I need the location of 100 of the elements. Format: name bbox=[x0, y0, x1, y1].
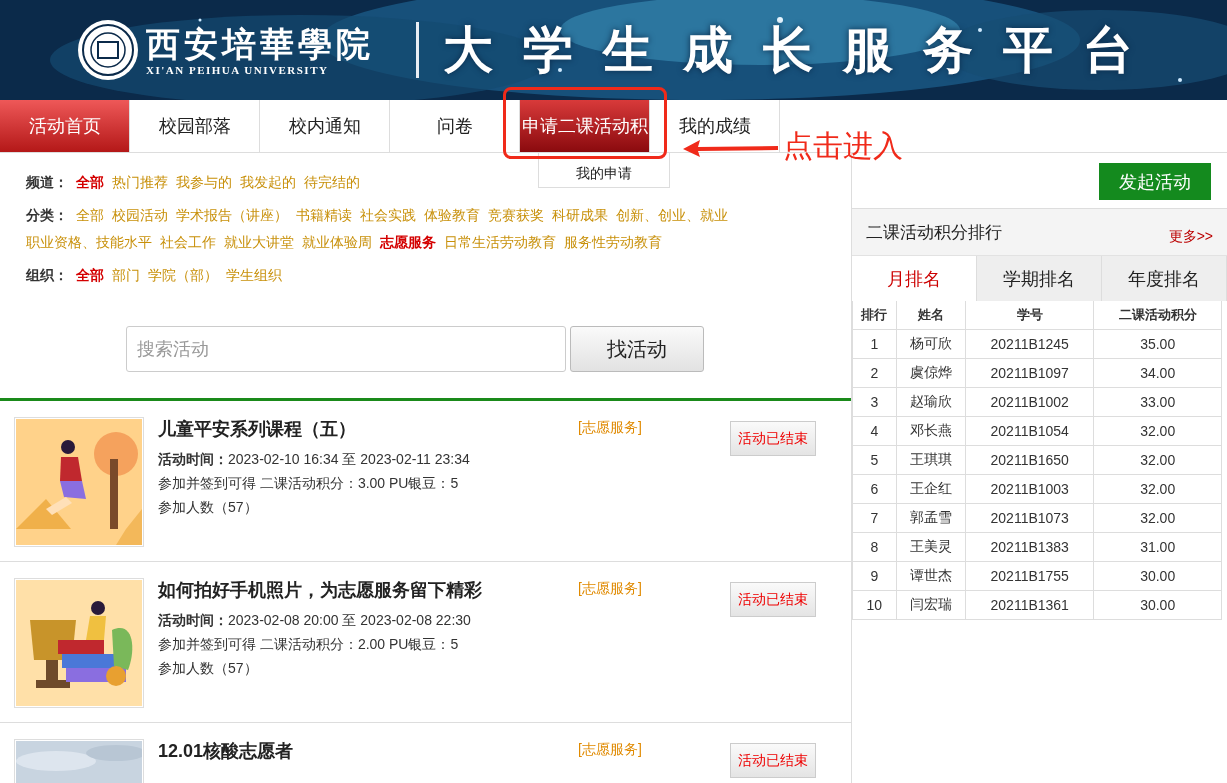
category-tag: [志愿服务] bbox=[574, 741, 698, 783]
filter-link[interactable]: 全部 bbox=[75, 172, 104, 193]
table-cell: 10 bbox=[852, 590, 897, 620]
filter-link[interactable]: 就业体验周 bbox=[302, 232, 372, 253]
table-cell: 31.00 bbox=[1093, 532, 1222, 562]
table-cell: 2 bbox=[852, 358, 897, 388]
category-tag: [志愿服务] bbox=[574, 580, 698, 706]
table-cell: 6 bbox=[852, 474, 897, 504]
table-cell: 20211B1002 bbox=[965, 387, 1094, 417]
annotation-text: 点击进入 bbox=[783, 128, 903, 164]
table-cell: 33.00 bbox=[1093, 387, 1222, 417]
activity-reward: 参加并签到可得 二课活动积分：2.00 PU银豆：5 bbox=[158, 636, 460, 654]
table-cell: 20211B1054 bbox=[965, 416, 1094, 446]
status-button[interactable]: 活动已结束 bbox=[730, 582, 816, 617]
column-header: 学号 bbox=[965, 301, 1094, 330]
table-cell: 王企红 bbox=[896, 474, 966, 504]
filter-link[interactable]: 校园活动 bbox=[111, 205, 168, 226]
start-activity-button[interactable]: 发起活动 bbox=[1099, 163, 1211, 200]
filter-link[interactable]: 我参与的 bbox=[175, 172, 232, 193]
filter-label: 频道： bbox=[26, 174, 68, 190]
table-cell: 谭世杰 bbox=[896, 561, 966, 591]
table-cell: 20211B1003 bbox=[965, 474, 1094, 504]
table-cell: 32.00 bbox=[1093, 474, 1222, 504]
filter-link[interactable]: 就业大讲堂 bbox=[224, 232, 294, 253]
filter-link[interactable]: 志愿服务 bbox=[380, 232, 436, 253]
filter-link[interactable]: 热门推荐 bbox=[111, 172, 168, 193]
table-cell: 20211B1755 bbox=[965, 561, 1094, 591]
table-cell: 9 bbox=[852, 561, 897, 591]
activity-time: 活动时间：2023-02-08 20:00 至 2023-02-08 22:30 bbox=[158, 612, 472, 630]
filter-link[interactable]: 职业资格、技能水平 bbox=[26, 232, 152, 253]
filter-link[interactable]: 待完结的 bbox=[303, 172, 360, 193]
category-tag: [志愿服务] bbox=[574, 419, 698, 545]
activity-title[interactable]: 儿童平安系列课程（五） bbox=[158, 417, 574, 441]
table-cell: 王琪琪 bbox=[896, 445, 966, 475]
filter-label: 分类： bbox=[26, 207, 68, 223]
table-cell: 闫宏瑞 bbox=[896, 590, 966, 620]
activity-title[interactable]: 如何拍好手机照片，为志愿服务留下精彩 bbox=[158, 578, 574, 602]
activity-time: 活动时间：2023-02-10 16:34 至 2023-02-11 23:34 bbox=[158, 451, 471, 469]
table-cell: 20211B1361 bbox=[965, 590, 1094, 620]
table-cell: 郭孟雪 bbox=[896, 503, 966, 533]
table-cell: 20211B1245 bbox=[965, 329, 1094, 359]
platform-title: 大学生成长服务平台 bbox=[443, 18, 1163, 81]
column-header: 姓名 bbox=[896, 301, 966, 330]
search-button[interactable]: 找活动 bbox=[570, 326, 704, 372]
status-button[interactable]: 活动已结束 bbox=[730, 743, 816, 778]
table-cell: 20211B1383 bbox=[965, 532, 1094, 562]
status-button[interactable]: 活动已结束 bbox=[730, 421, 816, 456]
filter-link[interactable]: 全部 bbox=[75, 265, 104, 286]
column-header: 二课活动积分 bbox=[1093, 301, 1222, 330]
filter-link[interactable]: 全部 bbox=[75, 205, 104, 226]
table-cell: 32.00 bbox=[1093, 503, 1222, 533]
nav-tab[interactable]: 申请二课活动积 bbox=[520, 100, 650, 152]
filter-link[interactable]: 学院（部） bbox=[147, 265, 218, 286]
ranking-title: 二课活动积分排行 bbox=[866, 221, 1002, 244]
table-cell: 5 bbox=[852, 445, 897, 475]
filter-link[interactable]: 学术报告（讲座） bbox=[175, 205, 288, 226]
filter-link[interactable]: 创新、创业、就业 bbox=[615, 205, 728, 226]
filter-link[interactable]: 部门 bbox=[111, 265, 140, 286]
ranking-tab[interactable]: 学期排名 bbox=[977, 256, 1102, 301]
more-link[interactable]: 更多>> bbox=[1168, 228, 1213, 246]
filter-label: 组织： bbox=[26, 267, 68, 283]
table-cell: 赵瑜欣 bbox=[896, 387, 966, 417]
table-cell: 3 bbox=[852, 387, 897, 417]
table-cell: 30.00 bbox=[1093, 561, 1222, 591]
university-seal-icon bbox=[76, 18, 140, 82]
activity-title[interactable]: 12.01核酸志愿者 bbox=[158, 739, 574, 763]
table-cell: 20211B1073 bbox=[965, 503, 1094, 533]
activity-reward: 参加并签到可得 二课活动积分：3.00 PU银豆：5 bbox=[158, 475, 460, 493]
filter-link[interactable]: 社会工作 bbox=[160, 232, 216, 253]
filter-link[interactable]: 社会实践 bbox=[359, 205, 416, 226]
school-name: 西安培華學院 bbox=[146, 24, 374, 64]
filter-link[interactable]: 服务性劳动教育 bbox=[564, 232, 662, 253]
table-cell: 虞倞烨 bbox=[896, 358, 966, 388]
filter-link[interactable]: 科研成果 bbox=[551, 205, 608, 226]
table-cell: 8 bbox=[852, 532, 897, 562]
column-header: 排行 bbox=[852, 301, 897, 330]
filter-link[interactable]: 竞赛获奖 bbox=[487, 205, 544, 226]
filter-link[interactable]: 体验教育 bbox=[423, 205, 480, 226]
table-cell: 32.00 bbox=[1093, 416, 1222, 446]
table-cell: 34.00 bbox=[1093, 358, 1222, 388]
table-cell: 1 bbox=[852, 329, 897, 359]
search-field[interactable]: 搜索活动 bbox=[126, 326, 566, 372]
filter-link[interactable]: 书籍精读 bbox=[295, 205, 352, 226]
school-name-english: XI'AN PEIHUA UNIVERSITY bbox=[146, 64, 329, 76]
table-cell: 王美灵 bbox=[896, 532, 966, 562]
nav-tab[interactable]: 活动首页 bbox=[0, 100, 130, 152]
table-cell: 7 bbox=[852, 503, 897, 533]
table-cell: 20211B1650 bbox=[965, 445, 1094, 475]
ranking-tab[interactable]: 年度排名 bbox=[1102, 256, 1227, 301]
participant-count: 参加人数（57） bbox=[158, 660, 259, 678]
filter-link[interactable]: 我发起的 bbox=[239, 172, 296, 193]
filter-link[interactable]: 学生组织 bbox=[225, 265, 282, 286]
table-cell: 杨可欣 bbox=[896, 329, 966, 359]
table-cell: 4 bbox=[852, 416, 897, 446]
table-cell: 35.00 bbox=[1093, 329, 1222, 359]
table-cell: 邓长燕 bbox=[896, 416, 966, 446]
table-cell: 32.00 bbox=[1093, 445, 1222, 475]
filter-link[interactable]: 日常生活劳动教育 bbox=[444, 232, 556, 253]
table-cell: 20211B1097 bbox=[965, 358, 1094, 388]
table-cell: 30.00 bbox=[1093, 590, 1222, 620]
